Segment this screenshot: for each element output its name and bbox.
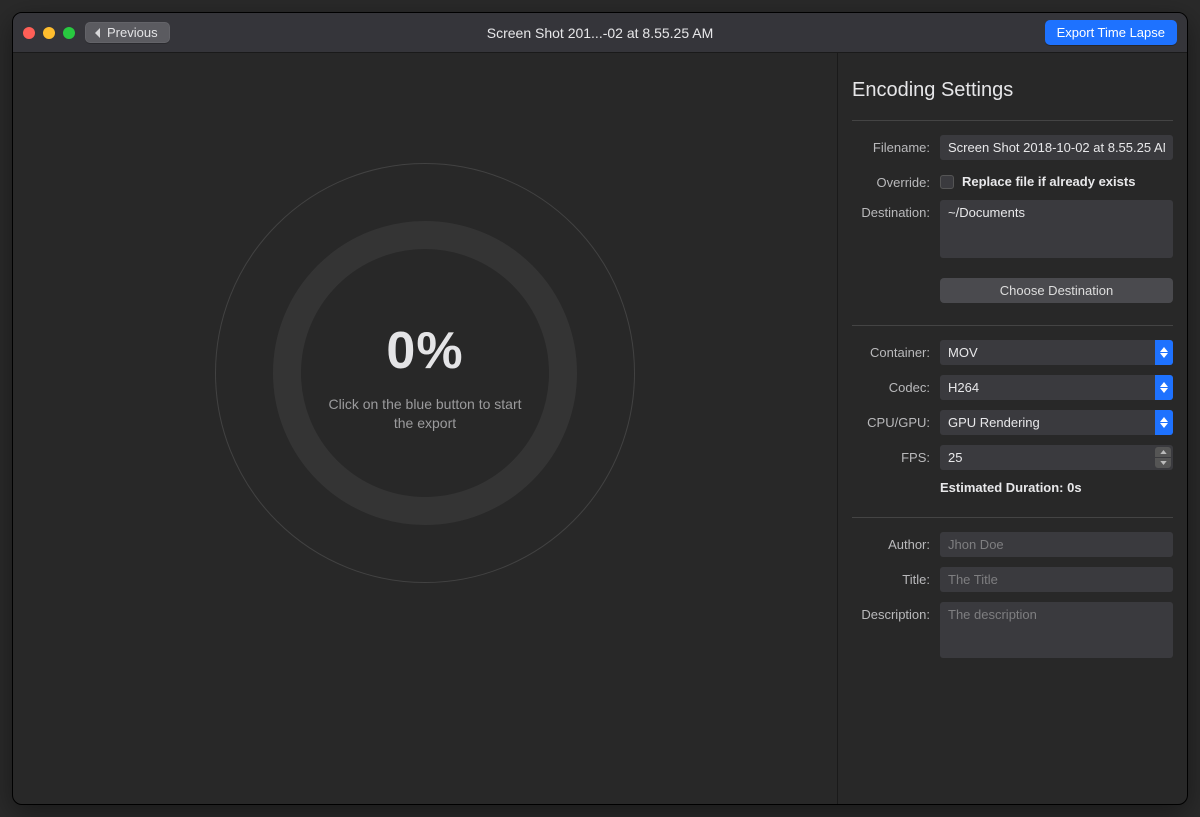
override-checkbox[interactable] <box>940 175 954 189</box>
minimize-window-button[interactable] <box>43 27 55 39</box>
description-label: Description: <box>852 602 930 622</box>
container-select[interactable]: MOV <box>940 340 1173 365</box>
fps-label: FPS: <box>852 445 930 465</box>
progress-percent: 0% <box>215 321 635 381</box>
window-title: Screen Shot 201...-02 at 8.55.25 AM <box>13 25 1187 41</box>
title-label: Title: <box>852 567 930 587</box>
fps-step-down-button[interactable] <box>1155 458 1171 468</box>
maximize-window-button[interactable] <box>63 27 75 39</box>
destination-label: Destination: <box>852 200 930 220</box>
codec-select[interactable]: H264 <box>940 375 1173 400</box>
divider <box>852 517 1173 518</box>
app-window: Previous Screen Shot 201...-02 at 8.55.2… <box>12 12 1188 805</box>
override-label: Override: <box>852 170 930 190</box>
cpu-gpu-select[interactable]: GPU Rendering <box>940 410 1173 435</box>
filename-label: Filename: <box>852 135 930 155</box>
container-label: Container: <box>852 340 930 360</box>
progress-pane: 0% Click on the blue button to start the… <box>13 53 837 804</box>
author-input[interactable] <box>940 532 1173 557</box>
cpu-gpu-label: CPU/GPU: <box>852 410 930 430</box>
panel-title: Encoding Settings <box>852 79 1173 102</box>
override-checkbox-label: Replace file if already exists <box>962 174 1135 189</box>
titlebar: Previous Screen Shot 201...-02 at 8.55.2… <box>13 13 1187 53</box>
previous-button[interactable]: Previous <box>85 22 170 43</box>
estimated-duration: Estimated Duration: 0s <box>940 480 1173 495</box>
divider <box>852 325 1173 326</box>
codec-label: Codec: <box>852 375 930 395</box>
fps-input[interactable] <box>940 445 1173 470</box>
filename-input[interactable] <box>940 135 1173 160</box>
progress-ring: 0% Click on the blue button to start the… <box>215 163 635 583</box>
previous-button-label: Previous <box>107 25 158 40</box>
export-time-lapse-button[interactable]: Export Time Lapse <box>1045 20 1177 45</box>
encoding-settings-panel: Encoding Settings Filename: Override: Re… <box>837 53 1187 804</box>
title-input[interactable] <box>940 567 1173 592</box>
divider <box>852 120 1173 121</box>
destination-field[interactable]: ~/Documents <box>940 200 1173 258</box>
progress-hint: Click on the blue button to start the ex… <box>215 395 635 433</box>
fps-step-up-button[interactable] <box>1155 447 1171 457</box>
traffic-lights <box>23 27 75 39</box>
close-window-button[interactable] <box>23 27 35 39</box>
description-textarea[interactable] <box>940 602 1173 658</box>
chevron-left-icon <box>93 27 103 39</box>
choose-destination-button[interactable]: Choose Destination <box>940 278 1173 303</box>
author-label: Author: <box>852 532 930 552</box>
